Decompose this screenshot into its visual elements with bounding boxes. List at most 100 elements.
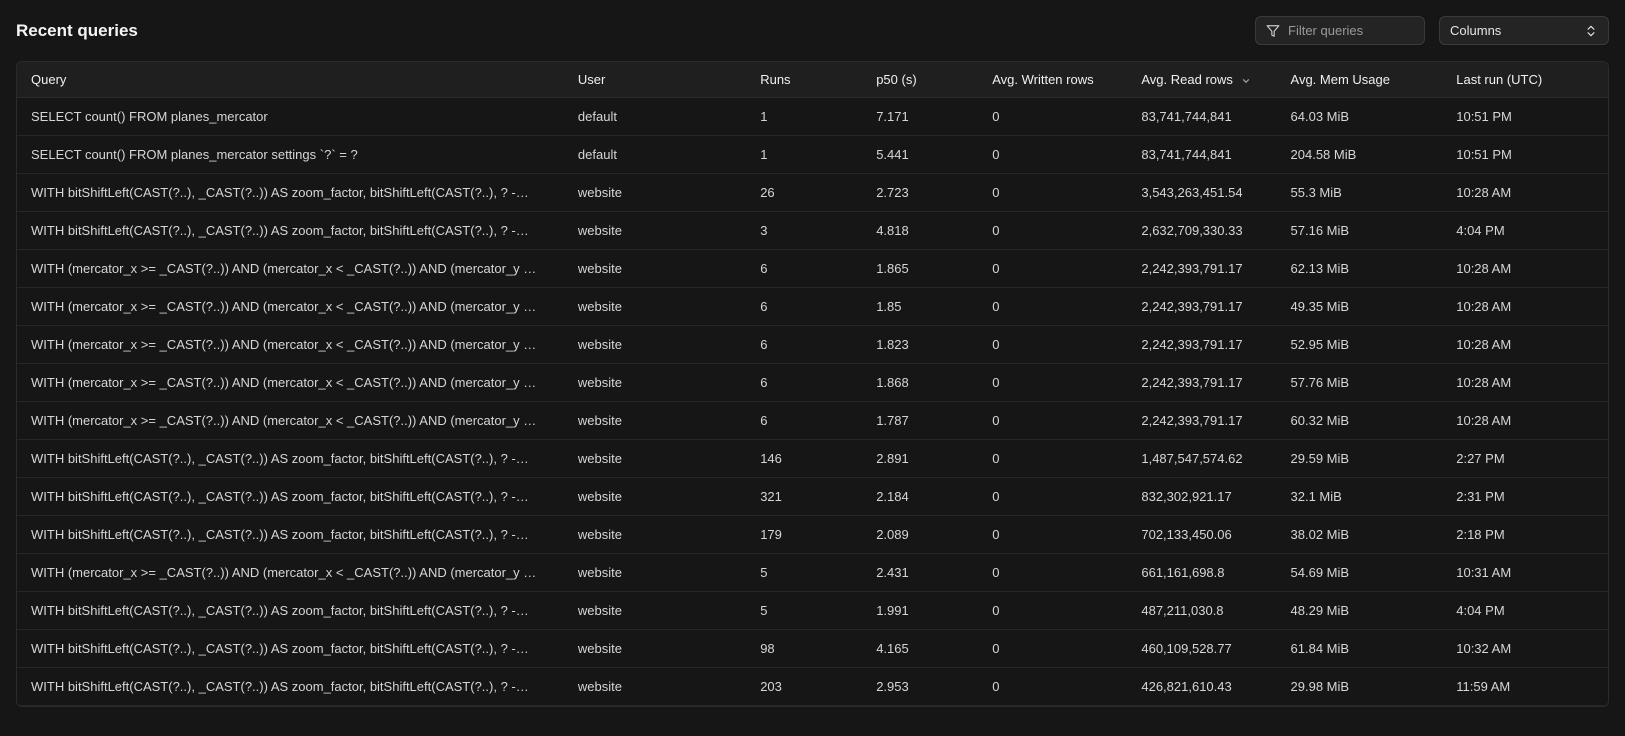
cell-user: website xyxy=(564,402,746,440)
cell-written: 0 xyxy=(978,136,1127,174)
cell-user: website xyxy=(564,212,746,250)
cell-runs: 3 xyxy=(746,212,862,250)
cell-written: 0 xyxy=(978,554,1127,592)
header-user[interactable]: User xyxy=(564,62,746,98)
table-row[interactable]: WITH bitShiftLeft(CAST(?..), _CAST(?..))… xyxy=(17,440,1608,478)
cell-read: 2,242,393,791.17 xyxy=(1127,364,1276,402)
cell-read: 702,133,450.06 xyxy=(1127,516,1276,554)
cell-written: 0 xyxy=(978,440,1127,478)
cell-query: WITH bitShiftLeft(CAST(?..), _CAST(?..))… xyxy=(17,668,564,706)
table-row[interactable]: SELECT count() FROM planes_mercatordefau… xyxy=(17,98,1608,136)
cell-p50: 5.441 xyxy=(862,136,978,174)
cell-read: 2,242,393,791.17 xyxy=(1127,326,1276,364)
table-row[interactable]: WITH (mercator_x >= _CAST(?..)) AND (mer… xyxy=(17,250,1608,288)
cell-mem: 38.02 MiB xyxy=(1277,516,1443,554)
cell-last: 10:28 AM xyxy=(1442,288,1608,326)
cell-p50: 2.089 xyxy=(862,516,978,554)
cell-last: 4:04 PM xyxy=(1442,212,1608,250)
cell-query: WITH (mercator_x >= _CAST(?..)) AND (mer… xyxy=(17,288,564,326)
cell-user: website xyxy=(564,516,746,554)
cell-read: 661,161,698.8 xyxy=(1127,554,1276,592)
cell-user: website xyxy=(564,478,746,516)
table-row[interactable]: WITH bitShiftLeft(CAST(?..), _CAST(?..))… xyxy=(17,212,1608,250)
table-row[interactable]: WITH bitShiftLeft(CAST(?..), _CAST(?..))… xyxy=(17,478,1608,516)
cell-written: 0 xyxy=(978,288,1127,326)
table-header-row: Query User Runs p50 (s) Avg. Written row… xyxy=(17,62,1608,98)
table-row[interactable]: WITH (mercator_x >= _CAST(?..)) AND (mer… xyxy=(17,364,1608,402)
table-row[interactable]: WITH (mercator_x >= _CAST(?..)) AND (mer… xyxy=(17,402,1608,440)
cell-written: 0 xyxy=(978,364,1127,402)
cell-runs: 1 xyxy=(746,98,862,136)
cell-p50: 2.953 xyxy=(862,668,978,706)
sort-desc-icon xyxy=(1241,76,1251,86)
cell-mem: 64.03 MiB xyxy=(1277,98,1443,136)
table-row[interactable]: WITH (mercator_x >= _CAST(?..)) AND (mer… xyxy=(17,288,1608,326)
cell-p50: 4.165 xyxy=(862,630,978,668)
header-last[interactable]: Last run (UTC) xyxy=(1442,62,1608,98)
cell-runs: 98 xyxy=(746,630,862,668)
cell-mem: 49.35 MiB xyxy=(1277,288,1443,326)
cell-p50: 1.865 xyxy=(862,250,978,288)
columns-select[interactable]: Columns xyxy=(1439,16,1609,45)
table-row[interactable]: WITH bitShiftLeft(CAST(?..), _CAST(?..))… xyxy=(17,174,1608,212)
table-row[interactable]: WITH bitShiftLeft(CAST(?..), _CAST(?..))… xyxy=(17,668,1608,706)
columns-label: Columns xyxy=(1450,23,1501,38)
cell-query: SELECT count() FROM planes_mercator sett… xyxy=(17,136,564,174)
cell-mem: 61.84 MiB xyxy=(1277,630,1443,668)
cell-user: website xyxy=(564,440,746,478)
table-row[interactable]: SELECT count() FROM planes_mercator sett… xyxy=(17,136,1608,174)
cell-read: 1,487,547,574.62 xyxy=(1127,440,1276,478)
cell-runs: 6 xyxy=(746,402,862,440)
cell-read: 487,211,030.8 xyxy=(1127,592,1276,630)
cell-written: 0 xyxy=(978,402,1127,440)
cell-mem: 60.32 MiB xyxy=(1277,402,1443,440)
cell-written: 0 xyxy=(978,630,1127,668)
cell-p50: 1.868 xyxy=(862,364,978,402)
cell-query: WITH (mercator_x >= _CAST(?..)) AND (mer… xyxy=(17,402,564,440)
cell-written: 0 xyxy=(978,516,1127,554)
cell-p50: 1.787 xyxy=(862,402,978,440)
cell-query: WITH bitShiftLeft(CAST(?..), _CAST(?..))… xyxy=(17,478,564,516)
cell-user: website xyxy=(564,326,746,364)
cell-last: 10:28 AM xyxy=(1442,364,1608,402)
cell-runs: 6 xyxy=(746,364,862,402)
cell-user: default xyxy=(564,136,746,174)
header-query[interactable]: Query xyxy=(17,62,564,98)
table-row[interactable]: WITH (mercator_x >= _CAST(?..)) AND (mer… xyxy=(17,326,1608,364)
filter-input[interactable] xyxy=(1288,23,1414,38)
cell-query: WITH (mercator_x >= _CAST(?..)) AND (mer… xyxy=(17,326,564,364)
cell-query: WITH (mercator_x >= _CAST(?..)) AND (mer… xyxy=(17,364,564,402)
header-read[interactable]: Avg. Read rows xyxy=(1127,62,1276,98)
table-row[interactable]: WITH bitShiftLeft(CAST(?..), _CAST(?..))… xyxy=(17,592,1608,630)
table-row[interactable]: WITH bitShiftLeft(CAST(?..), _CAST(?..))… xyxy=(17,516,1608,554)
cell-read: 426,821,610.43 xyxy=(1127,668,1276,706)
table-row[interactable]: WITH bitShiftLeft(CAST(?..), _CAST(?..))… xyxy=(17,630,1608,668)
cell-runs: 5 xyxy=(746,554,862,592)
header-p50[interactable]: p50 (s) xyxy=(862,62,978,98)
cell-last: 10:28 AM xyxy=(1442,326,1608,364)
cell-runs: 6 xyxy=(746,326,862,364)
cell-p50: 2.184 xyxy=(862,478,978,516)
cell-user: default xyxy=(564,98,746,136)
cell-p50: 2.723 xyxy=(862,174,978,212)
header-written[interactable]: Avg. Written rows xyxy=(978,62,1127,98)
cell-read: 83,741,744,841 xyxy=(1127,98,1276,136)
table-row[interactable]: WITH (mercator_x >= _CAST(?..)) AND (mer… xyxy=(17,554,1608,592)
filter-input-wrap[interactable] xyxy=(1255,16,1425,45)
cell-written: 0 xyxy=(978,326,1127,364)
cell-read: 2,632,709,330.33 xyxy=(1127,212,1276,250)
cell-runs: 26 xyxy=(746,174,862,212)
cell-mem: 29.59 MiB xyxy=(1277,440,1443,478)
cell-user: website xyxy=(564,364,746,402)
cell-last: 2:18 PM xyxy=(1442,516,1608,554)
queries-table: Query User Runs p50 (s) Avg. Written row… xyxy=(16,61,1609,707)
cell-query: WITH bitShiftLeft(CAST(?..), _CAST(?..))… xyxy=(17,592,564,630)
header-mem[interactable]: Avg. Mem Usage xyxy=(1277,62,1443,98)
header-runs[interactable]: Runs xyxy=(746,62,862,98)
cell-query: WITH bitShiftLeft(CAST(?..), _CAST(?..))… xyxy=(17,630,564,668)
cell-runs: 1 xyxy=(746,136,862,174)
cell-p50: 2.891 xyxy=(862,440,978,478)
cell-mem: 55.3 MiB xyxy=(1277,174,1443,212)
cell-user: website xyxy=(564,668,746,706)
cell-written: 0 xyxy=(978,668,1127,706)
